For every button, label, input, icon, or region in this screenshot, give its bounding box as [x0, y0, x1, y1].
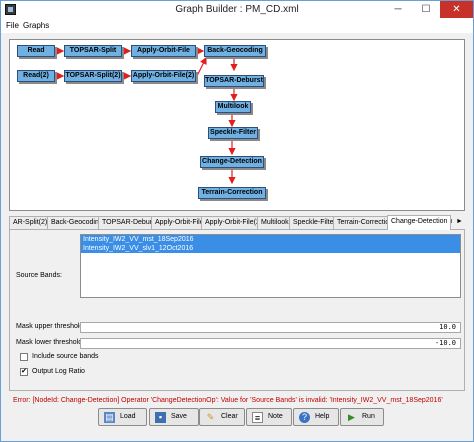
- run-label: Run: [362, 413, 375, 420]
- menu-bar: File Graphs: [1, 19, 473, 33]
- node-apply-orbit-file[interactable]: Apply-Orbit-File: [131, 45, 196, 57]
- note-icon: ≡: [252, 412, 263, 423]
- node-apply-orbit-file-2[interactable]: Apply-Orbit-File(2): [131, 70, 196, 82]
- note-button[interactable]: ≡ Note: [246, 408, 292, 426]
- node-read-2[interactable]: Read(2): [17, 70, 55, 82]
- output-log-checkbox[interactable]: ✔: [20, 368, 28, 376]
- maximize-button[interactable]: ☐: [412, 1, 440, 18]
- graph-canvas[interactable]: Read TOPSAR-Split Apply-Orbit-File Back-…: [9, 39, 465, 211]
- edge-orbit2-backgeo: [196, 56, 207, 77]
- clear-button[interactable]: ✎ Clear: [199, 408, 245, 426]
- tab-apply-orbit-file[interactable]: Apply-Orbit-File: [151, 216, 208, 229]
- parameters-panel: Source Bands: Intensity_IW2_VV_mst_18Sep…: [9, 229, 465, 391]
- mask-upper-field[interactable]: 10.0: [80, 322, 461, 333]
- node-read[interactable]: Read: [17, 45, 55, 57]
- tab-multilook[interactable]: Multilook: [257, 216, 293, 229]
- help-icon: ?: [299, 412, 310, 423]
- band-item[interactable]: Intensity_IW2_VV_mst_18Sep2016: [81, 235, 460, 244]
- tab-change-detection[interactable]: Change-Detection: [387, 215, 452, 230]
- tab-scroll-right-icon[interactable]: ►: [455, 216, 464, 228]
- include-source-checkbox[interactable]: [20, 353, 28, 361]
- band-item[interactable]: Intensity_IW2_VV_slv1_12Oct2016: [81, 244, 460, 253]
- mask-lower-field[interactable]: -10.0: [80, 338, 461, 349]
- run-button[interactable]: ▶ Run: [340, 408, 384, 426]
- run-icon: ▶: [348, 412, 355, 422]
- include-source-label: Include source bands: [32, 353, 99, 360]
- load-label: Load: [120, 413, 136, 420]
- node-back-geocoding[interactable]: Back-Geocoding: [204, 45, 266, 57]
- operator-tabs: AR-Split(2) Back-Geocoding TOPSAR-Deburs…: [9, 215, 465, 230]
- close-button[interactable]: ✕: [440, 1, 473, 18]
- source-bands-label: Source Bands:: [16, 272, 62, 279]
- status-bar: [1, 431, 473, 441]
- save-button[interactable]: ▪ Save: [149, 408, 199, 426]
- title-bar: Graph Builder : PM_CD.xml ─ ☐ ✕: [1, 1, 473, 19]
- menu-graphs[interactable]: Graphs: [23, 21, 49, 30]
- graph-edges: [56, 47, 238, 185]
- mask-upper-label: Mask upper threshold:: [16, 323, 86, 330]
- source-bands-list[interactable]: Intensity_IW2_VV_mst_18Sep2016 Intensity…: [80, 234, 461, 298]
- broom-icon: ✎: [206, 412, 215, 422]
- load-icon: ▤: [104, 412, 115, 423]
- minimize-button[interactable]: ─: [384, 1, 412, 18]
- node-topsar-split-2[interactable]: TOPSAR-Split(2): [64, 70, 122, 82]
- node-topsar-deburst[interactable]: TOPSAR-Deburst: [204, 75, 264, 87]
- graph-builder-window: Graph Builder : PM_CD.xml ─ ☐ ✕ File Gra…: [0, 0, 474, 442]
- error-message: Error: [NodeId: Change-Detection] Operat…: [13, 397, 443, 404]
- node-speckle-filter[interactable]: Speckle-Filter: [208, 127, 258, 139]
- load-button[interactable]: ▤ Load: [98, 408, 147, 426]
- mask-lower-label: Mask lower threshold:: [16, 339, 85, 346]
- output-log-label: Output Log Ratio: [32, 368, 85, 375]
- help-label: Help: [315, 413, 330, 420]
- clear-label: Clear: [221, 413, 238, 420]
- node-multilook[interactable]: Multilook: [215, 101, 251, 113]
- save-icon: ▪: [155, 412, 166, 423]
- node-terrain-correction[interactable]: Terrain-Correction: [198, 187, 266, 199]
- note-label: Note: [268, 413, 283, 420]
- node-change-detection[interactable]: Change-Detection: [200, 156, 264, 168]
- help-button[interactable]: ? Help: [293, 408, 339, 426]
- save-label: Save: [171, 413, 187, 420]
- node-topsar-split[interactable]: TOPSAR-Split: [64, 45, 122, 57]
- menu-file[interactable]: File: [6, 21, 19, 30]
- tab-ar-split-2[interactable]: AR-Split(2): [9, 216, 52, 229]
